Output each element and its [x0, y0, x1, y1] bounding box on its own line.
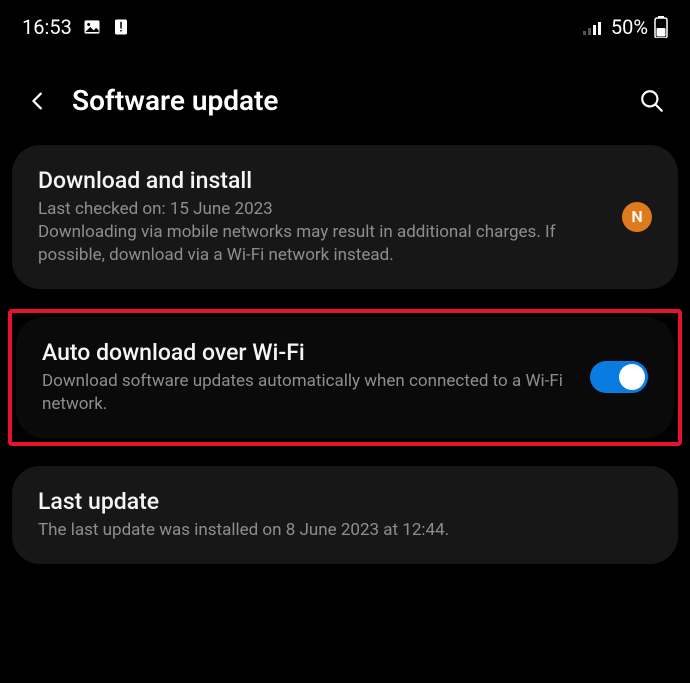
last-update-item[interactable]: Last update The last update was installe… — [12, 466, 678, 564]
last-update-desc: The last update was installed on 8 June … — [38, 519, 652, 542]
download-install-warning: Downloading via mobile networks may resu… — [38, 221, 606, 267]
page-title: Software update — [72, 84, 618, 117]
last-update-title: Last update — [38, 488, 652, 515]
back-button[interactable] — [22, 85, 54, 117]
highlight-box: Auto download over Wi-Fi Download softwa… — [8, 309, 682, 446]
download-install-item[interactable]: Download and install Last checked on: 15… — [12, 145, 678, 289]
toggle-knob — [619, 364, 645, 390]
notification-badge: N — [622, 202, 652, 232]
status-bar: 16:53 50% — [0, 0, 690, 50]
status-time: 16:53 — [22, 15, 72, 39]
page-header: Software update — [0, 50, 690, 145]
download-install-last-checked: Last checked on: 15 June 2023 — [38, 198, 606, 221]
download-install-title: Download and install — [38, 167, 606, 194]
auto-download-desc: Download software updates automatically … — [42, 370, 574, 416]
battery-pct: 50% — [611, 15, 648, 39]
signal-icon — [583, 19, 605, 35]
auto-download-item[interactable]: Auto download over Wi-Fi Download softwa… — [16, 317, 674, 438]
search-button[interactable] — [636, 85, 668, 117]
auto-download-title: Auto download over Wi-Fi — [42, 339, 574, 366]
auto-download-toggle[interactable] — [590, 361, 648, 393]
alert-icon — [112, 18, 130, 36]
battery-icon — [654, 16, 668, 38]
image-icon — [82, 17, 102, 37]
